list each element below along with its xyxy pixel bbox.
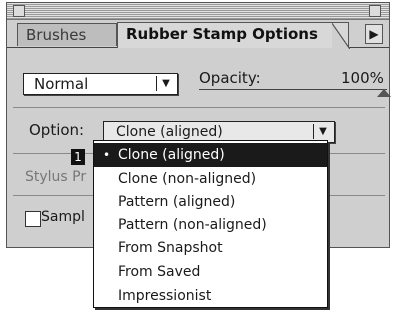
divider: [13, 107, 385, 108]
option-dropdown-menu: • Clone (aligned) Clone (non-aligned) Pa…: [93, 140, 328, 308]
menu-item-label: From Saved: [118, 264, 201, 280]
tab-strip: Brushes Rubber Stamp Options ▶: [7, 21, 389, 49]
opacity-value: 100%: [341, 69, 384, 87]
close-box[interactable]: [13, 5, 25, 17]
option-value: Clone (aligned): [116, 124, 223, 140]
menu-item-label: Clone (aligned): [118, 147, 225, 163]
menu-item-from-saved[interactable]: From Saved: [94, 260, 327, 284]
menu-item-clone-aligned[interactable]: • Clone (aligned): [94, 143, 327, 167]
sample-merged-checkbox[interactable]: [25, 211, 41, 227]
stylus-badge: 1: [71, 149, 85, 165]
chevron-down-icon: ▼: [156, 76, 175, 91]
opacity-slider-thumb[interactable]: [377, 89, 391, 97]
menu-item-label: Clone (non-aligned): [118, 171, 257, 187]
bullet-icon: •: [103, 148, 111, 162]
right-triangle-icon: ▶: [369, 27, 379, 41]
stylus-pressure-label: Stylus Pr: [25, 169, 87, 185]
tab-brushes[interactable]: Brushes: [17, 23, 117, 46]
menu-item-clone-non-aligned[interactable]: Clone (non-aligned): [94, 167, 327, 191]
sample-merged-label: Sampl: [41, 209, 85, 225]
menu-item-pattern-non-aligned[interactable]: Pattern (non-aligned): [94, 213, 327, 237]
menu-item-label: Pattern (non-aligned): [118, 217, 267, 233]
menu-item-from-snapshot[interactable]: From Snapshot: [94, 236, 327, 260]
menu-item-label: Pattern (aligned): [118, 194, 236, 210]
blend-mode-value: Normal: [34, 75, 89, 93]
zoom-box[interactable]: [369, 5, 381, 17]
chevron-down-icon: ▼: [313, 124, 332, 139]
menu-item-label: From Snapshot: [118, 240, 223, 256]
menu-item-label: Impressionist: [118, 288, 212, 304]
menu-item-impressionist[interactable]: Impressionist: [94, 284, 327, 308]
menu-item-pattern-aligned[interactable]: Pattern (aligned): [94, 190, 327, 214]
opacity-label: Opacity:: [199, 69, 261, 87]
option-label: Option:: [29, 121, 85, 139]
blend-mode-select[interactable]: Normal ▼: [23, 73, 178, 95]
tab-rubber-stamp-options[interactable]: Rubber Stamp Options: [117, 22, 350, 49]
opacity-slider-track[interactable]: [199, 89, 387, 90]
tab-scroll-button[interactable]: ▶: [365, 24, 383, 44]
palette-title-bar[interactable]: [7, 3, 389, 20]
